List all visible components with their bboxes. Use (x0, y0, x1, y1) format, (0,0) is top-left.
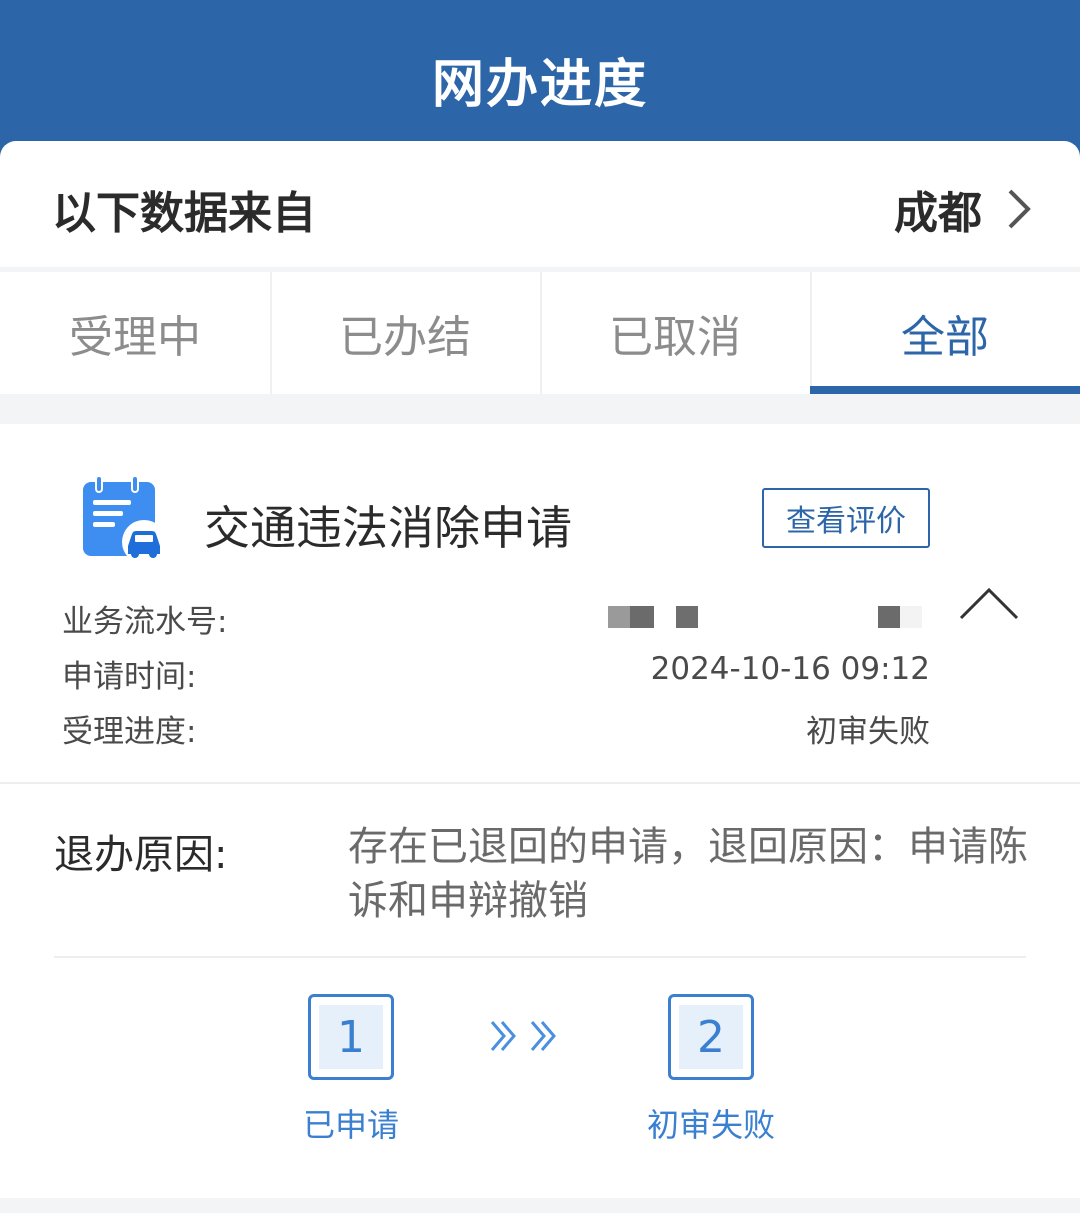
city-name: 成都 (894, 188, 982, 239)
chevron-right-icon (1008, 189, 1031, 229)
step-2-number: 2 (679, 1005, 743, 1069)
step-1-label: 已申请 (302, 1106, 399, 1144)
application-card: 交通违法消除申请 查看评价 业务流水号: 申请时间: 2024-10-16 09… (0, 424, 1080, 1213)
tab-all[interactable]: 全部 (810, 272, 1080, 394)
view-review-button[interactable]: 查看评价 (762, 488, 930, 548)
tab-processing[interactable]: 受理中 (0, 272, 270, 394)
apply-time-row: 申请时间: 2024-10-16 09:12 (62, 651, 930, 697)
step-1-box: 1 (308, 994, 394, 1080)
apply-time-label: 申请时间: (62, 659, 197, 695)
apply-time-value: 2024-10-16 09:12 (650, 651, 930, 687)
bottom-spacer (0, 1198, 1080, 1213)
progress-value: 初审失败 (806, 714, 930, 750)
serial-number-row: 业务流水号: (62, 596, 930, 642)
tab-completed[interactable]: 已办结 (270, 272, 540, 394)
calendar-car-icon (83, 475, 166, 564)
progress-label: 受理进度: (62, 714, 197, 750)
serial-number-label: 业务流水号: (62, 604, 228, 640)
application-title: 交通违法消除申请 (204, 501, 572, 555)
step-2-box: 2 (668, 994, 754, 1080)
tab-cancelled[interactable]: 已取消 (540, 272, 810, 394)
double-chevron-right-icon (490, 1021, 556, 1051)
data-source-label: 以下数据来自 (52, 188, 316, 239)
divider (0, 782, 1080, 784)
return-reason-label: 退办原因: (54, 832, 228, 878)
page-title: 网办进度 (431, 55, 648, 115)
step-2-label: 初审失败 (646, 1106, 775, 1144)
return-reason-text: 存在已退回的申请，退回原因：申请陈诉和申辩撤销 (348, 824, 1028, 924)
city-selector[interactable]: 成都 (894, 177, 1034, 241)
status-tabs: 受理中 已办结 已取消 全部 (0, 272, 1080, 394)
data-source-bar: 以下数据来自 成都 (0, 141, 1080, 267)
chevron-up-icon[interactable] (958, 584, 1020, 624)
progress-row: 受理进度: 初审失败 (62, 706, 930, 752)
divider (54, 956, 1026, 958)
step-1-number: 1 (319, 1005, 383, 1069)
